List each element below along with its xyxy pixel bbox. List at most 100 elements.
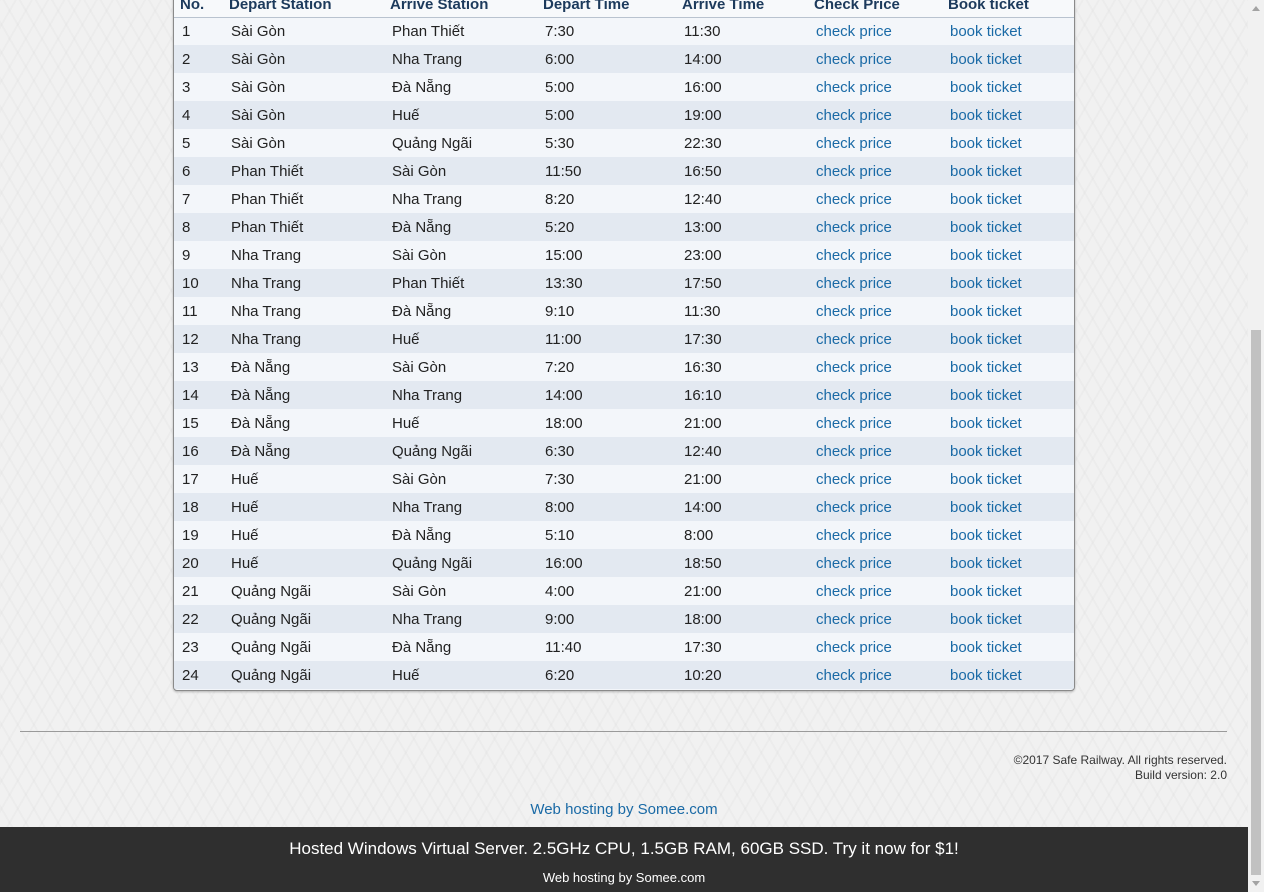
book-ticket-link[interactable]: book ticket — [942, 493, 1074, 521]
depart-time: 9:00 — [545, 610, 575, 628]
arrive-station: Đà Nẵng — [392, 638, 452, 656]
table-row: 15 Đà Nẵng Huế 18:00 21:00 check price book ti… — [174, 409, 1074, 437]
table-row: 3 Sài Gòn Đà Nẵng 5:00 16:00 check price book … — [174, 73, 1074, 101]
arrive-station: Nha Trang — [392, 610, 463, 628]
table-row: 11 Nha Trang Đà Nẵng 9:10 11:30 check price bo… — [174, 297, 1074, 325]
check-price-link[interactable]: check price — [808, 437, 942, 465]
row-number: 21 — [182, 582, 199, 600]
check-price-link[interactable]: check price — [808, 157, 942, 185]
check-price-link[interactable]: check price — [808, 353, 942, 381]
check-price-link[interactable]: check price — [808, 241, 942, 269]
table-row: 1 Sài Gòn Phan Thiết 7:30 11:30 check price bo… — [174, 17, 1074, 45]
arrive-station: Đà Nẵng — [392, 218, 452, 236]
vertical-scrollbar[interactable] — [1248, 0, 1264, 892]
arrive-time: 11:30 — [684, 22, 721, 40]
row-number: 5 — [182, 134, 191, 152]
check-price-link[interactable]: check price — [808, 213, 942, 241]
train-timetable: No. Depart Station Arrive Station Depart… — [174, 0, 1074, 689]
row-number: 23 — [182, 638, 199, 656]
book-ticket-link[interactable]: book ticket — [942, 241, 1074, 269]
check-price-link[interactable]: check price — [808, 17, 942, 45]
check-price-link[interactable]: check price — [808, 549, 942, 577]
check-price-link[interactable]: check price — [808, 129, 942, 157]
arrive-station: Phan Thiết — [392, 22, 465, 40]
book-ticket-link[interactable]: book ticket — [942, 17, 1074, 45]
check-price-link[interactable]: check price — [808, 605, 942, 633]
check-price-link[interactable]: check price — [808, 493, 942, 521]
depart-station: Quảng Ngãi — [231, 582, 312, 600]
check-price-link[interactable]: check price — [808, 297, 942, 325]
depart-station: Sài Gòn — [231, 22, 286, 40]
check-price-link[interactable]: check price — [808, 409, 942, 437]
book-ticket-link[interactable]: book ticket — [942, 605, 1074, 633]
arrive-time: 17:50 — [684, 274, 722, 292]
book-ticket-link[interactable]: book ticket — [942, 661, 1074, 689]
arrive-station: Sài Gòn — [392, 470, 447, 488]
book-ticket-link[interactable]: book ticket — [942, 409, 1074, 437]
book-ticket-link[interactable]: book ticket — [942, 269, 1074, 297]
copyright-block: ©2017 Safe Railway. All rights reserved.… — [1014, 753, 1227, 783]
book-ticket-link[interactable]: book ticket — [942, 101, 1074, 129]
check-price-link[interactable]: check price — [808, 381, 942, 409]
book-ticket-link[interactable]: book ticket — [942, 633, 1074, 661]
arrive-time: 11:30 — [684, 302, 721, 320]
scroll-down-icon[interactable] — [1252, 881, 1260, 886]
check-price-link[interactable]: check price — [808, 633, 942, 661]
check-price-link[interactable]: check price — [808, 185, 942, 213]
book-ticket-link[interactable]: book ticket — [942, 437, 1074, 465]
table-row: 20 Huế Quảng Ngãi 16:00 18:50 check price book… — [174, 549, 1074, 577]
arrive-time: 10:20 — [684, 666, 722, 684]
book-ticket-link[interactable]: book ticket — [942, 325, 1074, 353]
arrive-station: Nha Trang — [392, 386, 463, 404]
depart-station: Đà Nẵng — [231, 358, 291, 376]
book-ticket-link[interactable]: book ticket — [942, 297, 1074, 325]
hosting-link[interactable]: Web hosting by Somee.com — [0, 801, 1248, 818]
check-price-link[interactable]: check price — [808, 465, 942, 493]
check-price-link[interactable]: check price — [808, 521, 942, 549]
book-ticket-link[interactable]: book ticket — [942, 45, 1074, 73]
arrive-time: 16:30 — [684, 358, 722, 376]
depart-time: 11:50 — [545, 162, 582, 180]
check-price-link[interactable]: check price — [808, 101, 942, 129]
book-ticket-link[interactable]: book ticket — [942, 129, 1074, 157]
book-ticket-link[interactable]: book ticket — [942, 353, 1074, 381]
depart-time: 6:20 — [545, 666, 575, 684]
copyright-text: ©2017 Safe Railway. All rights reserved. — [1013, 753, 1227, 767]
row-number: 22 — [182, 610, 199, 628]
book-ticket-link[interactable]: book ticket — [942, 549, 1074, 577]
arrive-station: Sài Gòn — [392, 162, 447, 180]
book-ticket-link[interactable]: book ticket — [942, 521, 1074, 549]
depart-station: Đà Nẵng — [231, 386, 291, 404]
scroll-up-icon[interactable] — [1252, 6, 1260, 11]
scroll-thumb[interactable] — [1251, 330, 1261, 875]
book-ticket-link[interactable]: book ticket — [942, 465, 1074, 493]
depart-time: 9:10 — [545, 302, 575, 320]
check-price-link[interactable]: check price — [808, 73, 942, 101]
check-price-link[interactable]: check price — [808, 661, 942, 689]
arrive-station: Đà Nẵng — [392, 302, 452, 320]
check-price-link[interactable]: check price — [808, 45, 942, 73]
book-ticket-link[interactable]: book ticket — [942, 157, 1074, 185]
depart-time: 5:00 — [545, 106, 575, 124]
ad-hosting-link[interactable]: Web hosting by Somee.com — [0, 870, 1248, 885]
arrive-station: Huế — [392, 106, 420, 124]
check-price-link[interactable]: check price — [808, 269, 942, 297]
ad-message[interactable]: Hosted Windows Virtual Server. 2.5GHz CP… — [0, 839, 1248, 859]
arrive-time: 16:10 — [684, 386, 722, 404]
book-ticket-link[interactable]: book ticket — [942, 73, 1074, 101]
check-price-link[interactable]: check price — [808, 325, 942, 353]
book-ticket-link[interactable]: book ticket — [942, 381, 1074, 409]
arrive-station: Quảng Ngãi — [392, 554, 473, 572]
depart-station: Quảng Ngãi — [231, 638, 312, 656]
arrive-station: Quảng Ngãi — [392, 442, 473, 460]
book-ticket-link[interactable]: book ticket — [942, 213, 1074, 241]
check-price-link[interactable]: check price — [808, 577, 942, 605]
arrive-station: Huế — [392, 330, 420, 348]
book-ticket-link[interactable]: book ticket — [942, 185, 1074, 213]
build-version: Build version: 2.0 — [1134, 768, 1227, 782]
arrive-station: Đà Nẵng — [392, 78, 452, 96]
book-ticket-link[interactable]: book ticket — [942, 577, 1074, 605]
header-check-price: Check Price — [814, 0, 900, 13]
depart-time: 6:00 — [545, 50, 575, 68]
header-arrive-station: Arrive Station — [390, 0, 489, 13]
